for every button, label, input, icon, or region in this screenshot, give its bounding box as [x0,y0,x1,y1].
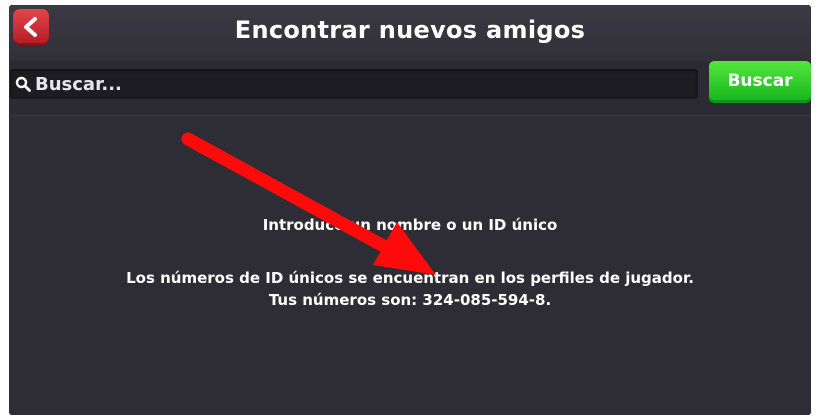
search-row: Buscar [9,61,811,117]
id-info-text: Los números de ID únicos se encuentran e… [126,269,694,287]
screen: Encontrar nuevos amigos Buscar Introduce… [0,0,819,417]
content-area: Introduce un nombre o un ID único Los nú… [9,115,811,415]
page-title: Encontrar nuevos amigos [234,16,586,44]
user-id-text: Tus números son: 324-085-594-8. [268,291,552,309]
search-input[interactable] [35,69,690,99]
search-field[interactable] [10,69,698,99]
find-friends-panel: Encontrar nuevos amigos Buscar Introduce… [9,5,811,415]
header-bar: Encontrar nuevos amigos [9,5,811,61]
instruction-text: Introduce un nombre o un ID único [262,216,558,234]
search-icon [15,76,31,92]
search-button[interactable]: Buscar [709,61,811,103]
